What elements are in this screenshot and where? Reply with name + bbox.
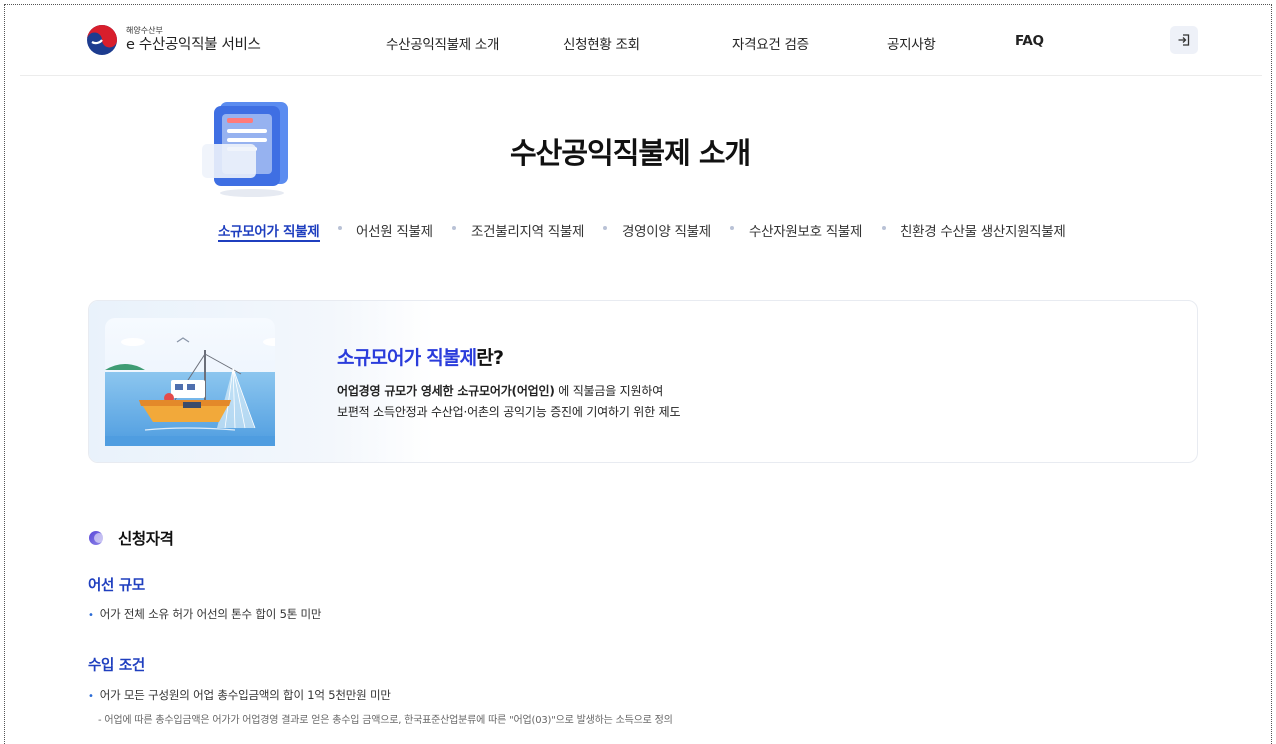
- document-icon: [202, 102, 288, 197]
- tab-separator: [452, 226, 456, 230]
- logo-service-name: e 수산공익직불 서비스: [126, 37, 261, 54]
- boat-size-item: • 어가 전체 소유 허가 어선의 톤수 합이 5톤 미만: [88, 606, 322, 622]
- site-header: 해양수산부 e 수산공익직불 서비스 수산공익직불제 소개 신청현황 조회 자격…: [20, 6, 1262, 76]
- nav-item-eligibility[interactable]: 자격요건 검증: [732, 33, 809, 53]
- tab-separator: [603, 226, 607, 230]
- tab-disadvantaged-area[interactable]: 조건불리지역 직불제: [471, 220, 584, 240]
- site-logo[interactable]: 해양수산부 e 수산공익직불 서비스: [86, 24, 261, 56]
- intro-desc-line1: 에 직불금을 지원하여: [554, 384, 664, 398]
- nav-item-notice[interactable]: 공지사항: [887, 33, 936, 53]
- tab-resource-protection[interactable]: 수산자원보호 직불제: [749, 220, 862, 240]
- tab-small-fishery[interactable]: 소규모어가 직불제: [218, 220, 320, 240]
- income-condition-text: 어가 모든 구성원의 어업 총수입금액의 합이 1억 5천만원 미만: [99, 688, 391, 702]
- eligibility-heading: 신청자격: [88, 527, 174, 549]
- intro-title-highlight: 소규모어가 직불제: [337, 347, 477, 369]
- intro-title: 소규모어가 직불제란?: [337, 343, 504, 370]
- tab-separator: [730, 226, 734, 230]
- fishing-boat-icon: [105, 318, 287, 446]
- tab-management-transfer[interactable]: 경영이양 직불제: [622, 220, 711, 240]
- intro-desc-line2: 보편적 소득안정과 수산업·어촌의 공익기능 증진에 기여하기 위한 제도: [337, 405, 681, 419]
- program-intro-card: 소규모어가 직불제란? 어업경영 규모가 영세한 소규모어가(어업인) 에 직불…: [88, 300, 1198, 463]
- intro-description: 어업경영 규모가 영세한 소규모어가(어업인) 에 직불금을 지원하여 보편적 …: [337, 381, 680, 423]
- logo-ministry-label: 해양수산부: [126, 26, 163, 36]
- tab-eco-friendly[interactable]: 친환경 수산물 생산지원직불제: [900, 220, 1066, 240]
- fishing-boat-illustration: [105, 318, 287, 450]
- section-bullet-icon: [89, 531, 104, 545]
- boat-size-title: 어선 규모: [88, 578, 145, 594]
- income-condition-item: • 어가 모든 구성원의 어업 총수입금액의 합이 1억 5천만원 미만: [88, 687, 391, 703]
- nav-item-intro[interactable]: 수산공익직불제 소개: [386, 33, 499, 53]
- nav-item-faq[interactable]: FAQ: [1015, 33, 1044, 49]
- active-tab-underline: [218, 240, 320, 242]
- login-icon: [1178, 34, 1190, 46]
- page-title: 수산공익직불제 소개: [510, 136, 751, 170]
- income-condition-title: 수입 조건: [88, 658, 145, 674]
- taegeuk-logo-icon: [87, 25, 117, 55]
- boat-size-text: 어가 전체 소유 허가 어선의 톤수 합이 5톤 미만: [99, 607, 322, 621]
- tab-separator: [882, 226, 886, 230]
- eligibility-title: 신청자격: [118, 530, 174, 548]
- intro-desc-bold: 어업경영 규모가 영세한 소규모어가(어업인): [337, 384, 555, 398]
- tab-crew[interactable]: 어선원 직불제: [356, 220, 433, 240]
- nav-item-status[interactable]: 신청현황 조회: [563, 33, 640, 53]
- tab-separator: [338, 226, 342, 230]
- bullet-dot: •: [88, 610, 94, 621]
- income-condition-note: - 어업에 따른 총수입금액은 어가가 어업경영 결과로 얻은 총수입 금액으로…: [98, 715, 673, 726]
- document-illustration: [200, 100, 300, 204]
- bullet-dot: •: [88, 691, 94, 702]
- login-button[interactable]: [1170, 26, 1198, 54]
- intro-title-suffix: 란?: [476, 347, 504, 369]
